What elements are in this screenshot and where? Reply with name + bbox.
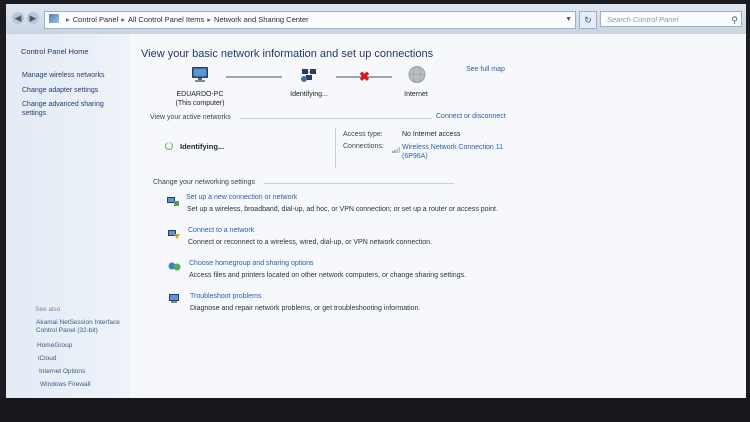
computer-name: EDUARDO-PC [176,91,224,98]
connection-ssid-link[interactable]: (6P96A) [402,152,428,161]
breadcrumb-network-sharing[interactable]: Network and Sharing Center [214,15,309,24]
connect-network-icon [168,230,180,239]
unidentified-network-icon [301,69,316,82]
back-icon[interactable]: ◀ [12,12,24,24]
section-divider [335,128,336,168]
monitor-bezel [0,398,750,422]
chevron-down-icon[interactable]: ▼ [565,12,572,28]
breadcrumb-separator: ▸ [207,15,212,24]
see-also-akamai[interactable]: Akamai NetSession Interface Control Pane… [36,319,128,335]
address-bar: ◀ ▶ ▸ Control Panel ▸ All Control Panel Ite… [6,4,746,35]
identifying-label: Identifying... [290,91,328,98]
computer-subtitle: (This computer) [175,100,225,107]
control-panel-window: ◀ ▶ ▸ Control Panel ▸ All Control Panel Ite… [6,4,746,398]
see-also-homegroup[interactable]: HomeGroup [37,342,72,350]
breadcrumb-separator: ▸ [121,15,125,24]
network-name: Identifying... [180,142,225,151]
search-placeholder: Search Control Panel [607,15,679,24]
sidebar-item-manage-wireless[interactable]: Manage wireless networks [22,71,104,80]
task-troubleshoot-link[interactable]: Troubleshoot problems [190,293,261,300]
control-panel-icon [49,14,59,23]
sidebar-home-link[interactable]: Control Panel Home [21,47,89,56]
change-settings-label: Change your networking settings [153,179,255,186]
task-homegroup-link[interactable]: Choose homegroup and sharing options [189,260,314,267]
see-also-internet-options[interactable]: Internet Options [39,368,85,376]
refresh-icon[interactable]: ↻ [579,11,597,29]
task-connect-network-desc: Connect or reconnect to a wireless, wire… [188,239,432,246]
connections-label: Connections: [343,143,384,150]
search-input[interactable]: Search Control Panel ⚲ [600,11,742,27]
see-also-icloud[interactable]: iCloud [38,355,56,363]
forward-icon[interactable]: ▶ [27,12,39,24]
see-also-title: See also [35,306,61,313]
section-divider [240,118,432,119]
access-type-label: Access type: [343,131,383,138]
wireless-signal-icon [392,147,400,153]
new-connection-icon [167,197,179,206]
access-type-value: No Internet access [402,131,461,138]
breadcrumb-control-panel[interactable]: Control Panel [73,15,118,24]
task-setup-connection-link[interactable]: Set up a new connection or network [186,194,297,201]
network-link-line [226,76,282,78]
section-divider [264,183,454,184]
troubleshoot-icon [169,294,179,303]
breadcrumb-all-items[interactable]: All Control Panel Items [128,15,204,24]
breadcrumb-separator: ▸ [66,15,70,24]
task-homegroup-desc: Access files and printers located on oth… [189,272,467,279]
globe-icon [408,66,426,83]
no-connection-icon: ✖ [359,69,370,84]
connect-or-disconnect-link[interactable]: Connect or disconnect [436,113,506,120]
page-title: View your basic network information and … [141,48,434,60]
search-icon[interactable]: ⚲ [731,12,738,28]
computer-icon [192,67,208,82]
internet-label: Internet [404,91,428,98]
active-networks-label: View your active networks [150,114,231,121]
homegroup-icon [168,262,181,271]
main-content: View your basic network information and … [130,34,746,398]
sidebar-item-advanced-sharing[interactable]: Change advanced sharing settings [22,100,120,118]
see-also-windows-firewall[interactable]: Windows Firewall [40,381,91,389]
task-connect-network-link[interactable]: Connect to a network [188,227,254,234]
sidebar: Control Panel Home Manage wireless netwo… [6,34,130,398]
loading-spinner-icon [165,142,173,150]
task-setup-connection-desc: Set up a wireless, broadband, dial-up, a… [187,206,498,213]
task-troubleshoot-desc: Diagnose and repair network problems, or… [190,305,421,312]
connection-name-link[interactable]: Wireless Network Connection 11 [402,143,503,152]
see-full-map-link[interactable]: See full map [466,66,505,73]
sidebar-item-adapter-settings[interactable]: Change adapter settings [22,86,98,95]
breadcrumb[interactable]: ▸ Control Panel ▸ All Control Panel Items ▸ N… [44,11,576,29]
